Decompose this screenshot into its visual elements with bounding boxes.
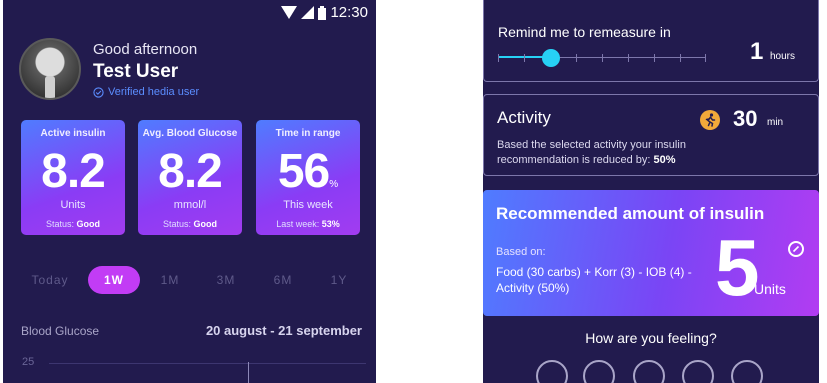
edit-icon[interactable] [788,241,804,257]
activity-value: 30 [733,106,758,131]
very-sad-face-icon[interactable] [536,360,568,383]
verified-badge: Verified hedia user [93,86,199,98]
greeting-text: Good afternoon [93,41,198,58]
feeling-question: How are you feeling? [585,330,717,346]
card-unit: This week [283,199,333,211]
remind-slider[interactable] [498,49,706,67]
recommendation-value: 5 [715,223,760,312]
card-status: Last week: 53% [276,219,340,229]
activity-unit: min [767,117,784,128]
avatar[interactable] [19,38,81,100]
card-title: Active insulin [40,128,106,139]
slider-tick [602,54,603,62]
verified-label: Verified hedia user [108,86,200,98]
avg-blood-glucose-card[interactable]: Avg. Blood Glucose 8.2 mmol/l Status: Go… [138,120,242,235]
sad-face-icon[interactable] [583,360,615,383]
status-bar: 12:30 [3,0,376,28]
dashboard-screen: 12:30 Good afternoon Test User Verified … [3,0,376,383]
running-icon [700,110,720,130]
based-on-label: Based on: [496,246,546,258]
wifi-icon [281,6,298,19]
recommendation-unit: Units [754,281,786,297]
card-unit: Units [60,199,86,211]
remind-title: Remind me to remeasure in [498,24,671,40]
activity-description: Based the selected activity your insulin… [497,139,686,166]
slider-tick [576,54,577,62]
filter-1m[interactable]: 1M [145,266,195,294]
card-value: 8.2 [158,145,223,198]
filter-today[interactable]: Today [25,266,75,294]
y-axis-tick: 25 [22,356,35,368]
slider-tick [680,54,681,62]
insulin-calculator-screen: Remind me to remeasure in 1 hours Activi… [483,0,819,383]
neutral-face-icon[interactable] [633,360,665,383]
remind-value: 1 [750,38,764,65]
card-title: Avg. Blood Glucose [142,128,238,139]
recommendation-title: Recommended amount of insulin [496,204,765,223]
check-circle-icon [93,86,104,98]
remind-unit: hours [770,51,796,62]
slider-thumb[interactable] [542,49,560,67]
signal-icon [301,6,315,19]
slider-tick [628,54,629,62]
filter-1y[interactable]: 1Y [314,266,364,294]
user-name: Test User [93,61,179,82]
card-value: 8.2 [41,145,106,198]
filter-3m[interactable]: 3M [201,266,251,294]
card-value: 56% [277,145,339,198]
percent-sign: % [329,179,339,190]
grid-line [49,363,366,364]
slider-tick [654,54,655,62]
chart-cursor-line[interactable] [248,362,249,383]
card-status: Status: Good [162,219,218,229]
battery-icon [318,5,327,20]
slider-tick [524,54,525,62]
filter-6m[interactable]: 6M [258,266,308,294]
active-insulin-card[interactable]: Active insulin 8.2 Units Status: Good [21,120,125,235]
time-filter: Today 1W 1M 3M 6M 1Y [21,266,358,294]
status-time: 12:30 [330,4,368,21]
card-status: Status: Good [45,219,101,229]
activity-title: Activity [497,108,551,127]
card-title: Time in range [275,128,341,139]
recommendation-detail: Food (30 carbs) + Korr (3) - IOB (4) - A… [496,265,692,295]
remind-panel: Remind me to remeasure in 1 hours [483,0,819,82]
date-range[interactable]: 20 august - 21 september [206,323,362,338]
filter-1w[interactable]: 1W [88,266,140,294]
slider-tick [705,54,706,62]
time-in-range-card[interactable]: Time in range 56% This week Last week: 5… [256,120,360,235]
recommendation-card: Recommended amount of insulin Based on: … [483,190,819,316]
blood-glucose-label: Blood Glucose [21,324,100,338]
activity-reduction: 50% [653,154,676,166]
activity-panel[interactable]: Activity 30 min Based the selected activ… [483,94,819,176]
card-unit: mmol/l [173,199,207,211]
very-happy-face-icon[interactable] [731,360,763,383]
slider-tick [498,54,499,62]
happy-face-icon[interactable] [682,360,714,383]
